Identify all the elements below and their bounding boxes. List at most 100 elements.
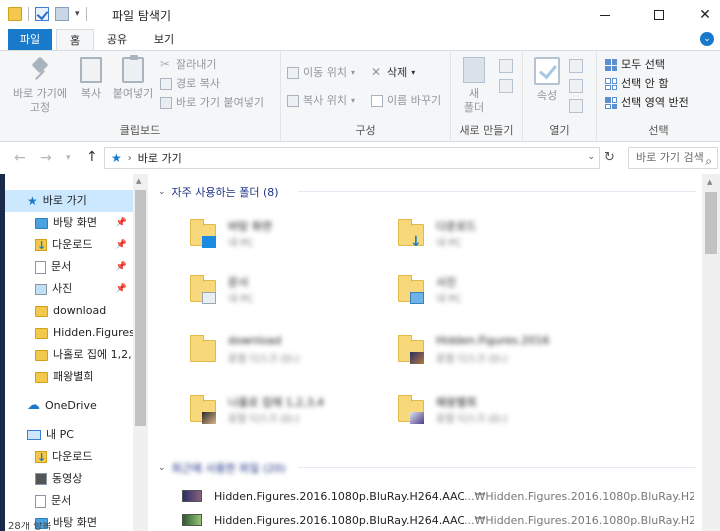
nav-item-label: Hidden.Figures.2 <box>53 326 133 339</box>
ribbon: 바로 가기에 고정 복사 붙여넣기 잘라내기 경로 복사 바로 가기 붙여넣기 … <box>0 50 720 142</box>
new-folder-icon <box>463 57 485 83</box>
scroll-up-arrow-icon[interactable]: ▲ <box>136 177 141 185</box>
recent-files-title: 최근에 사용한 파일 (20) <box>171 462 286 475</box>
folder-icon <box>396 330 428 368</box>
title-bar: ▾ 파일 탐색기 ✕ <box>0 0 720 30</box>
cut-button[interactable]: 잘라내기 <box>160 56 216 73</box>
history-icon[interactable] <box>569 99 583 113</box>
ribbon-tabs: 파일 홈 공유 보기 ⌄ <box>0 29 720 51</box>
folder-tile[interactable]: 문서 내 PC <box>188 266 388 316</box>
nav-item-home-alone[interactable]: 나홀로 집에 1,2, <box>5 344 133 366</box>
paste-label: 붙여넣기 <box>112 87 154 100</box>
search-input[interactable]: 바로 가기 검색 ⌕ <box>628 147 718 169</box>
folder-icon <box>8 7 22 21</box>
nav-item-documents[interactable]: 문서 📌 <box>5 256 133 278</box>
paste-button[interactable]: 붙여넣기 <box>110 55 156 101</box>
open-icon[interactable] <box>569 59 583 73</box>
recent-locations-chevron-down-icon[interactable]: ▾ <box>66 153 71 163</box>
folder-tile[interactable]: ↓ 다운로드 내 PC <box>396 210 596 260</box>
nav-scrollbar[interactable]: ▲ <box>133 174 148 531</box>
copy-path-label: 경로 복사 <box>176 77 220 90</box>
invert-selection-button[interactable]: 선택 영역 반전 <box>605 95 689 111</box>
table-row[interactable]: Hidden.Figures.2016.1080p.BluRay.H264.AA… <box>182 486 694 506</box>
pin-icon[interactable]: 📌 <box>116 234 127 256</box>
invert-selection-icon <box>605 97 617 109</box>
folder-tile[interactable]: 나홀로 집에 1,2,3,4 로컬 디스크 (D:) <box>188 386 388 436</box>
pin-icon[interactable]: 📌 <box>116 256 127 278</box>
address-input[interactable]: ★ › 바로 가기 ⌄ <box>104 147 600 169</box>
folder-tile[interactable]: 사진 내 PC <box>396 266 596 316</box>
maximize-button[interactable] <box>636 0 682 30</box>
address-bar-row: ← → ▾ ↑ ★ › 바로 가기 ⌄ ↻ 바로 가기 검색 ⌕ <box>0 142 720 174</box>
folder-tile[interactable]: 패왕별희 로컬 디스크 (D:) <box>396 386 596 436</box>
nav-item-pictures[interactable]: 사진 📌 <box>5 278 133 300</box>
properties-button[interactable]: 속성 <box>531 57 563 103</box>
easy-access-icon[interactable] <box>499 79 513 93</box>
nav-item-downloads[interactable]: 다운로드 📌 <box>5 234 133 256</box>
nav-item-this-pc[interactable]: 내 PC <box>5 424 133 446</box>
properties-icon[interactable] <box>35 7 49 21</box>
new-folder-icon[interactable] <box>55 7 69 21</box>
nav-item-onedrive[interactable]: ☁ OneDrive <box>5 395 133 417</box>
computer-icon <box>27 430 41 440</box>
move-to-icon <box>287 67 299 79</box>
pin-to-quick-access-button[interactable]: 바로 가기에 고정 <box>8 57 72 115</box>
address-history-chevron-down-icon[interactable]: ⌄ <box>587 152 595 162</box>
copy-to-button[interactable]: 복사 위치 ▾ <box>287 93 355 109</box>
folder-tile[interactable]: Hidden.Figures.2016 로컬 디스크 (D:) <box>396 326 596 376</box>
pin-icon[interactable]: 📌 <box>116 212 127 234</box>
nav-item-pc-videos[interactable]: 동영상 <box>5 468 133 490</box>
up-arrow-icon[interactable]: ↑ <box>86 149 98 165</box>
tab-view[interactable]: 보기 <box>146 29 182 51</box>
nav-item-pc-documents[interactable]: 문서 <box>5 490 133 512</box>
tab-home[interactable]: 홈 <box>56 29 94 51</box>
content-scrollbar-thumb[interactable] <box>705 192 717 254</box>
move-to-button[interactable]: 이동 위치 ▾ <box>287 65 355 81</box>
nav-item-farewell-my-concubine[interactable]: 패왕별희 <box>5 366 133 388</box>
customize-toolbar-chevron-down-icon[interactable]: ▾ <box>75 9 80 19</box>
frequent-folders-header[interactable]: ⌄ 자주 사용하는 폴더 (8) <box>158 184 279 200</box>
tab-file[interactable]: 파일 <box>8 29 52 51</box>
section-divider <box>298 467 696 468</box>
recent-files-header[interactable]: ⌄ 최근에 사용한 파일 (20) <box>158 460 286 476</box>
chevron-down-icon: ▾ <box>350 96 355 105</box>
expand-ribbon-button[interactable]: ⌄ <box>700 32 714 46</box>
new-item-icon[interactable] <box>499 59 513 73</box>
nav-item-pc-downloads[interactable]: 다운로드 <box>5 446 133 468</box>
forward-arrow-icon[interactable]: → <box>40 150 52 166</box>
copy-path-button[interactable]: 경로 복사 <box>160 76 220 92</box>
recent-file-name: Hidden.Figures.2016.1080p.BluRay.H264.AA… <box>214 513 464 527</box>
paste-shortcut-button[interactable]: 바로 가기 붙여넣기 <box>160 95 264 111</box>
nav-item-label: 문서 <box>51 494 72 507</box>
chevron-right-icon[interactable]: › <box>128 153 132 164</box>
copy-button[interactable]: 복사 <box>76 57 106 101</box>
downloads-folder-icon: ↓ <box>396 214 428 252</box>
tile-location: 로컬 디스크 (D:) <box>436 354 508 365</box>
nav-item-hidden-figures[interactable]: Hidden.Figures.2 <box>5 322 133 344</box>
nav-item-download[interactable]: download <box>5 300 133 322</box>
back-arrow-icon[interactable]: ← <box>14 150 26 166</box>
item-count: 28개 항목 <box>8 522 52 531</box>
nav-item-quick-access[interactable]: ★ 바로 가기 <box>5 190 133 212</box>
refresh-icon[interactable]: ↻ <box>604 150 615 165</box>
select-all-button[interactable]: 모두 선택 <box>605 57 665 73</box>
select-none-button[interactable]: 선택 안 함 <box>605 76 668 92</box>
pin-icon[interactable]: 📌 <box>116 278 127 300</box>
new-folder-button[interactable]: 새 폴더 <box>459 57 489 115</box>
tab-share[interactable]: 공유 <box>100 29 134 51</box>
close-button[interactable]: ✕ <box>682 0 720 30</box>
folder-tile[interactable]: download 로컬 디스크 (D:) <box>188 326 388 376</box>
minimize-button[interactable] <box>582 0 628 30</box>
rename-button[interactable]: 이름 바꾸기 <box>371 93 441 109</box>
folder-icon <box>35 327 48 339</box>
scroll-up-arrow-icon[interactable]: ▲ <box>707 178 712 186</box>
content-scrollbar[interactable]: ▲ <box>702 174 720 531</box>
table-row[interactable]: Hidden.Figures.2016.1080p.BluRay.H264.AA… <box>182 510 694 530</box>
nav-scrollbar-thumb[interactable] <box>135 190 146 426</box>
edit-icon[interactable] <box>569 79 583 93</box>
folder-tile[interactable]: 바탕 화면 내 PC <box>188 210 388 260</box>
chevron-down-icon: ⌄ <box>158 187 166 197</box>
nav-item-desktop[interactable]: 바탕 화면 📌 <box>5 212 133 234</box>
delete-button[interactable]: 삭제 ▾ <box>371 64 415 81</box>
open-group-label: 열기 <box>549 124 570 137</box>
